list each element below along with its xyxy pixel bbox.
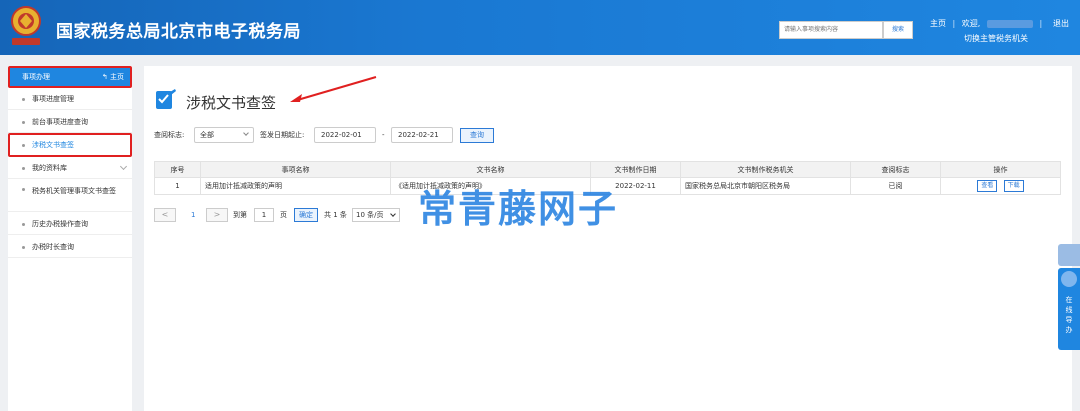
link-separator: |	[1039, 19, 1043, 28]
cell-read-flag: 已阅	[850, 177, 941, 195]
date-from-input[interactable]: 2022-02-01	[314, 127, 376, 143]
col-header: 查阅标志	[850, 161, 941, 178]
next-page-button[interactable]: >	[206, 208, 228, 222]
goto-page-input[interactable]: 1	[254, 208, 274, 222]
tax-emblem-logo	[11, 6, 41, 45]
prev-page-button[interactable]: <	[154, 208, 176, 222]
masked-username	[986, 19, 1033, 28]
chevron-down-icon	[243, 130, 249, 136]
sidebar-item-org-doc[interactable]: 税务机关管理事项文书查签	[8, 180, 132, 212]
cell-item-name: 适用加计抵减政策的声明	[200, 177, 391, 195]
sidebar: 事项办理 ↰ 主页 事项进度管理 前台事项进度查询 涉税文书查签 我的资料库 税…	[8, 66, 132, 411]
status-label: 查阅标志:	[154, 131, 185, 139]
online-guide-panel[interactable]: 在线导办	[1058, 268, 1080, 350]
cell-actions: 查看 下载	[940, 177, 1061, 195]
col-header: 文书名称	[390, 161, 591, 178]
main-panel: 涉税文书查签 查阅标志: 全部 签发日期起止: 2022-02-01 - 202…	[144, 66, 1072, 411]
link-separator: |	[952, 19, 956, 28]
download-button[interactable]: 下载	[1003, 180, 1024, 192]
sidebar-item-library[interactable]: 我的资料库	[8, 157, 132, 179]
status-value: 全部	[200, 131, 214, 139]
page-size-select[interactable]: 10 条/页	[352, 208, 400, 222]
sidebar-item-progress[interactable]: 事项进度管理	[8, 88, 132, 110]
welcome-text: 欢迎,	[961, 19, 981, 28]
date-dash: -	[382, 131, 385, 139]
chevron-down-icon	[119, 162, 128, 171]
annotation-arrow	[290, 76, 377, 102]
assistant-avatar-icon	[1061, 271, 1077, 287]
watermark-text: 常青藤网子	[418, 187, 619, 231]
status-select[interactable]: 全部	[194, 127, 254, 143]
page-title: 涉税文书查签	[186, 94, 277, 112]
col-header: 操作	[940, 161, 1061, 178]
total-count: 共 1 条	[324, 211, 347, 219]
goto-label: 到第	[233, 211, 247, 219]
logout-link[interactable]: 退出	[1053, 18, 1069, 29]
site-title: 国家税务总局北京市电子税务局	[56, 22, 301, 42]
float-user-icon[interactable]	[1058, 244, 1080, 266]
cell-index: 1	[154, 177, 201, 195]
highlight-box	[8, 133, 132, 157]
home-link[interactable]: 主页	[930, 19, 946, 28]
search-input[interactable]	[779, 21, 883, 39]
goto-confirm-button[interactable]: 确定	[294, 208, 318, 222]
view-button[interactable]: 查看	[977, 180, 998, 192]
col-header: 文书制作日期	[590, 161, 681, 178]
search-button[interactable]: 搜索	[883, 21, 913, 39]
col-header: 文书制作税务机关	[680, 161, 851, 178]
sidebar-item-front-query[interactable]: 前台事项进度查询	[8, 111, 132, 133]
online-guide-label: 在线导办	[1065, 296, 1073, 334]
chevron-down-icon	[390, 211, 396, 217]
page-unit: 页	[280, 211, 287, 219]
top-links: 主页 | 欢迎, |	[930, 18, 1046, 29]
cell-doc-org: 国家税务总局北京市朝阳区税务局	[680, 177, 851, 195]
highlight-box	[8, 66, 132, 88]
date-label: 签发日期起止:	[260, 131, 305, 139]
top-header: 国家税务总局北京市电子税务局 搜索 主页 | 欢迎, | 切换主管税务机关 退出	[0, 0, 1080, 55]
sidebar-item-label: 我的资料库	[32, 164, 67, 172]
sidebar-item-duration[interactable]: 办税时长查询	[8, 236, 132, 258]
query-button[interactable]: 查询	[460, 128, 494, 143]
current-page[interactable]: 1	[191, 208, 195, 222]
col-header: 事项名称	[200, 161, 391, 178]
sidebar-item-history[interactable]: 历史办税操作查询	[8, 213, 132, 235]
switch-org-link[interactable]: 切换主管税务机关	[964, 33, 1028, 44]
date-to-input[interactable]: 2022-02-21	[391, 127, 453, 143]
checklist-edit-icon	[156, 89, 176, 109]
col-header: 序号	[154, 161, 201, 178]
page-size-value: 10 条/页	[356, 211, 384, 219]
table-header-row: 序号 事项名称 文书名称 文书制作日期 文书制作税务机关 查阅标志 操作	[154, 161, 1061, 178]
